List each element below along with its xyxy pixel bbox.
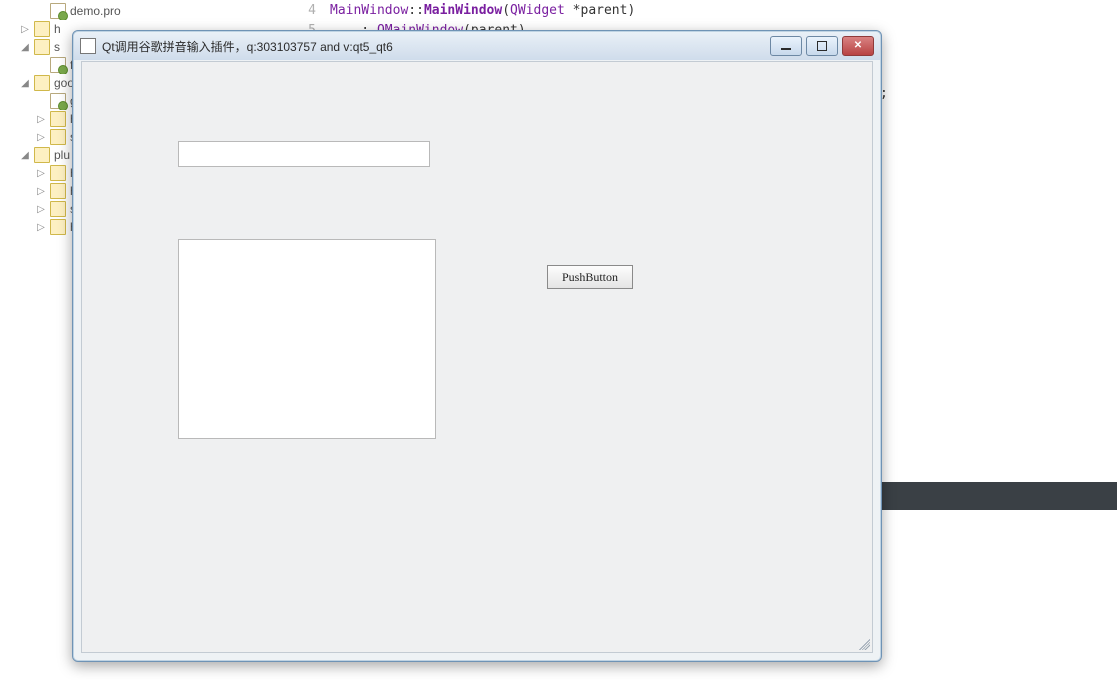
- folder-icon: [50, 165, 66, 181]
- tree-twisty-icon: ▷: [36, 132, 46, 143]
- tree-twisty-icon: ◢: [20, 78, 30, 89]
- tree-twisty-icon: ▷: [36, 222, 46, 233]
- close-button[interactable]: ✕: [842, 36, 874, 56]
- maximize-button[interactable]: [806, 36, 838, 56]
- window-app-icon: [80, 38, 96, 54]
- tree-item-label: h: [54, 22, 61, 36]
- folder-icon: [50, 219, 66, 235]
- line-edit-input[interactable]: [179, 142, 437, 166]
- tree-twisty-icon: ◢: [20, 150, 30, 161]
- minimize-button[interactable]: [770, 36, 802, 56]
- file-icon: [50, 3, 66, 19]
- tree-twisty-icon: ▷: [20, 24, 30, 35]
- tree-twisty-icon: ▷: [36, 114, 46, 125]
- folder-icon: [50, 201, 66, 217]
- text-edit[interactable]: [178, 239, 436, 439]
- tree-item[interactable]: demo.pro: [20, 2, 280, 20]
- size-grip[interactable]: [856, 636, 870, 650]
- text-edit-area[interactable]: [179, 240, 443, 446]
- tree-item-label: s: [54, 40, 60, 54]
- line-edit[interactable]: [178, 141, 430, 167]
- close-icon: ✕: [854, 41, 862, 51]
- push-button[interactable]: PushButton: [547, 265, 633, 289]
- folder-icon: [50, 183, 66, 199]
- push-button-label: PushButton: [562, 270, 618, 285]
- folder-icon: [34, 39, 50, 55]
- app-window: Qt调用谷歌拼音输入插件，q:303103757 and v:qt5_qt6 ✕…: [72, 30, 882, 662]
- code-line: 4MainWindow::MainWindow(QWidget *parent): [280, 0, 1117, 20]
- tree-item-label: demo.pro: [70, 4, 121, 18]
- window-titlebar[interactable]: Qt调用谷歌拼音输入插件，q:303103757 and v:qt5_qt6 ✕: [74, 32, 880, 60]
- line-number: 4: [280, 3, 330, 18]
- tree-twisty-icon: ▷: [36, 204, 46, 215]
- tree-twisty-icon: ▷: [36, 168, 46, 179]
- window-client-area: PushButton: [81, 61, 873, 653]
- tree-twisty-icon: ▷: [36, 186, 46, 197]
- tree-item-label: plu: [54, 148, 70, 162]
- window-title: Qt调用谷歌拼音输入插件，q:303103757 and v:qt5_qt6: [102, 38, 770, 55]
- folder-icon: [34, 21, 50, 37]
- folder-icon: [50, 129, 66, 145]
- folder-icon: [34, 147, 50, 163]
- file-icon: [50, 57, 66, 73]
- tree-twisty-icon: ◢: [20, 42, 30, 53]
- folder-icon: [34, 75, 50, 91]
- window-control-buttons: ✕: [770, 36, 874, 56]
- code-text: MainWindow::MainWindow(QWidget *parent): [330, 3, 635, 18]
- folder-icon: [50, 111, 66, 127]
- file-icon: [50, 93, 66, 109]
- minimize-icon: [781, 48, 791, 50]
- maximize-icon: [817, 41, 827, 51]
